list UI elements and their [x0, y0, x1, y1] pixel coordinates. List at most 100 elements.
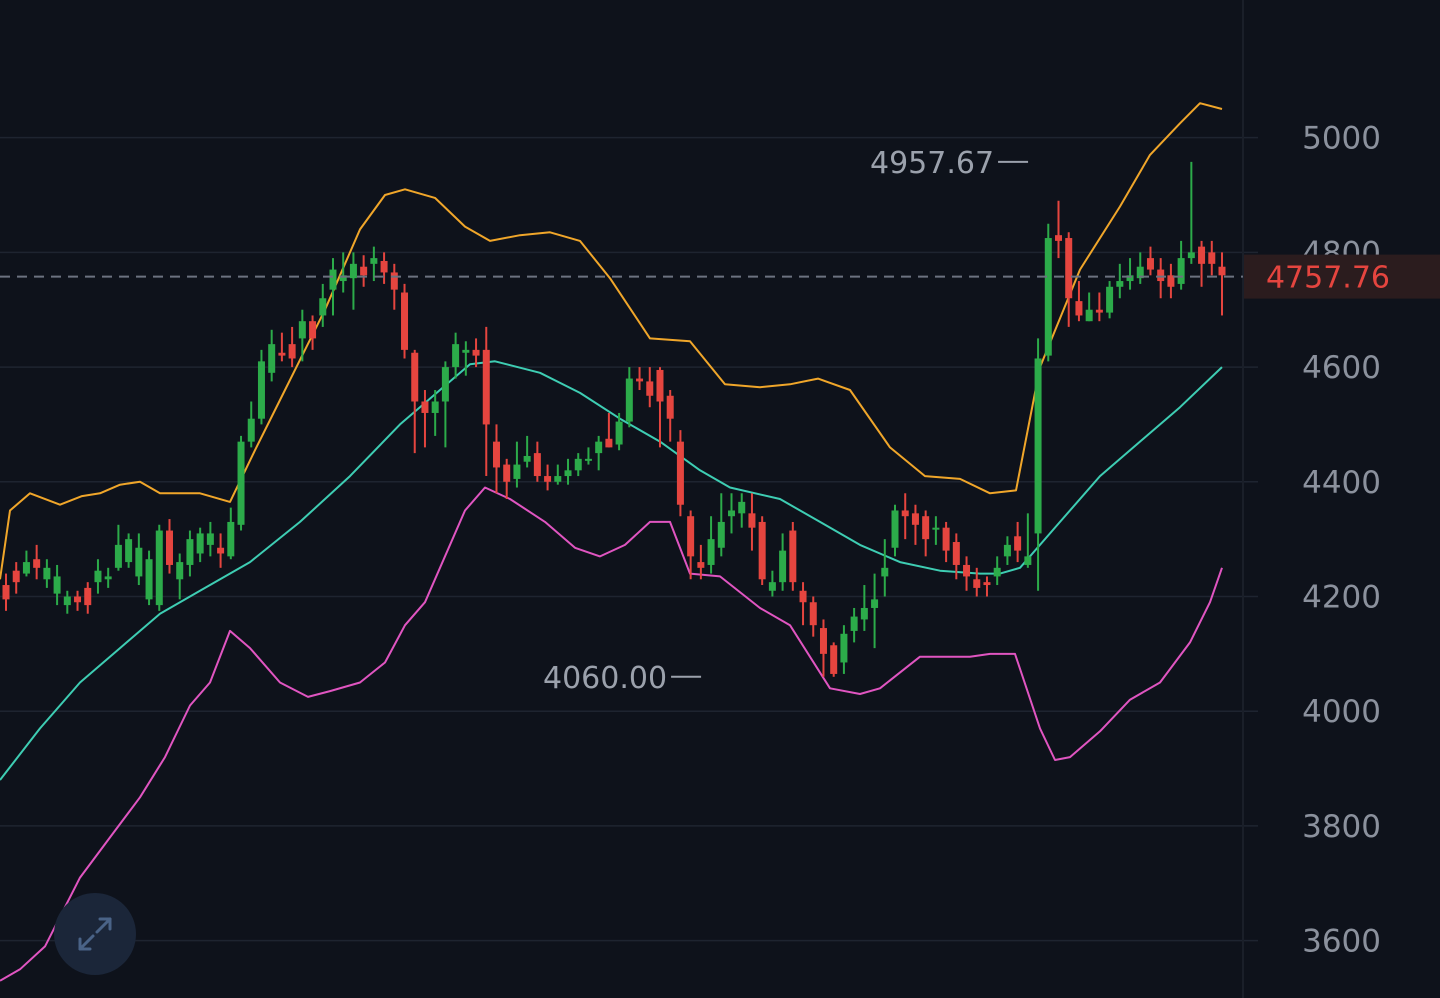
candle — [666, 390, 674, 442]
candle-body — [288, 344, 296, 359]
candle-body — [206, 533, 214, 545]
candle — [114, 524, 122, 571]
candle-body — [942, 527, 950, 551]
candle-body — [135, 547, 143, 577]
candle-body — [247, 418, 255, 442]
candle-body — [360, 266, 368, 276]
y-tick-label: 4600 — [1302, 350, 1381, 386]
candle-body — [1085, 309, 1093, 322]
candle — [1146, 246, 1154, 276]
candle — [145, 550, 153, 606]
candle — [963, 556, 971, 591]
expand-button[interactable] — [54, 893, 136, 975]
candle — [983, 576, 991, 597]
candle-body — [2, 585, 10, 600]
candle — [636, 367, 644, 391]
candle-body — [165, 530, 173, 565]
candle — [533, 441, 541, 482]
candle-body — [646, 381, 654, 396]
candle — [707, 516, 715, 574]
candle — [911, 504, 919, 545]
candle-body — [850, 616, 858, 631]
candle-body — [789, 530, 797, 583]
candle — [605, 412, 613, 448]
candle-body — [298, 321, 306, 339]
candle — [186, 530, 194, 577]
candle — [523, 435, 531, 468]
candle-body — [452, 344, 460, 368]
high-annotation: 4957.67 — [870, 146, 1029, 181]
candle — [43, 559, 51, 588]
candle-body — [492, 441, 500, 468]
candle — [809, 596, 817, 637]
candle-body — [155, 530, 163, 606]
candle — [421, 390, 429, 448]
candle — [401, 283, 409, 359]
candle-body — [1146, 258, 1154, 270]
candle-body — [237, 441, 245, 525]
candle — [1014, 521, 1022, 563]
candle — [104, 567, 112, 588]
candle — [625, 367, 633, 428]
candle-body — [329, 269, 337, 290]
candle — [554, 464, 562, 485]
candle-body — [799, 590, 807, 603]
candle — [1044, 223, 1052, 362]
candle — [901, 493, 909, 540]
candle-body — [830, 645, 838, 674]
candle-body — [595, 441, 603, 454]
candle — [257, 349, 265, 425]
candle — [2, 573, 10, 611]
candle — [993, 556, 1001, 586]
candle-body — [1024, 556, 1032, 565]
candle-body — [268, 344, 276, 373]
candle — [155, 524, 163, 611]
candle — [574, 453, 582, 477]
candle-body — [12, 570, 20, 583]
candle-body — [421, 401, 429, 413]
candle-body — [840, 633, 848, 663]
candle-body — [932, 527, 940, 530]
candle-body — [503, 464, 511, 482]
candle — [768, 570, 776, 597]
candle-body — [104, 576, 112, 580]
candle-body — [809, 602, 817, 626]
price-chart[interactable]: 50004800460044004200400038003600 4757.76… — [0, 0, 1440, 998]
candle — [1177, 240, 1185, 290]
candle — [288, 326, 296, 368]
candle — [503, 458, 511, 499]
low-price-label: 4060.00 — [543, 661, 667, 696]
candle — [728, 493, 736, 534]
candle-body — [53, 576, 61, 594]
y-tick-label: 4200 — [1302, 580, 1381, 616]
candle — [1157, 258, 1165, 299]
candle-body — [319, 298, 327, 316]
candle-body — [1106, 286, 1114, 313]
candle — [135, 533, 143, 586]
candle — [973, 567, 981, 597]
candle — [676, 430, 684, 517]
candle — [819, 619, 827, 677]
candle — [53, 564, 61, 606]
candle — [1126, 258, 1134, 290]
candle — [1055, 200, 1063, 259]
candle — [380, 252, 388, 284]
candle — [881, 539, 889, 597]
candle-body — [697, 562, 705, 568]
candle-body — [881, 567, 889, 577]
candle — [411, 349, 419, 454]
low-annotation: 4060.00 — [543, 661, 702, 696]
candle — [452, 332, 460, 379]
candle — [329, 258, 337, 316]
candle-body — [1187, 252, 1195, 259]
candle — [482, 326, 490, 477]
candle-body — [871, 599, 879, 608]
candle — [1034, 338, 1042, 591]
candle — [247, 401, 255, 448]
candle — [94, 559, 102, 594]
candle — [1187, 161, 1195, 264]
candle-body — [22, 562, 30, 574]
current-price-label: 4757.76 — [1266, 261, 1390, 296]
candle-body — [94, 570, 102, 583]
candle-body — [963, 564, 971, 577]
